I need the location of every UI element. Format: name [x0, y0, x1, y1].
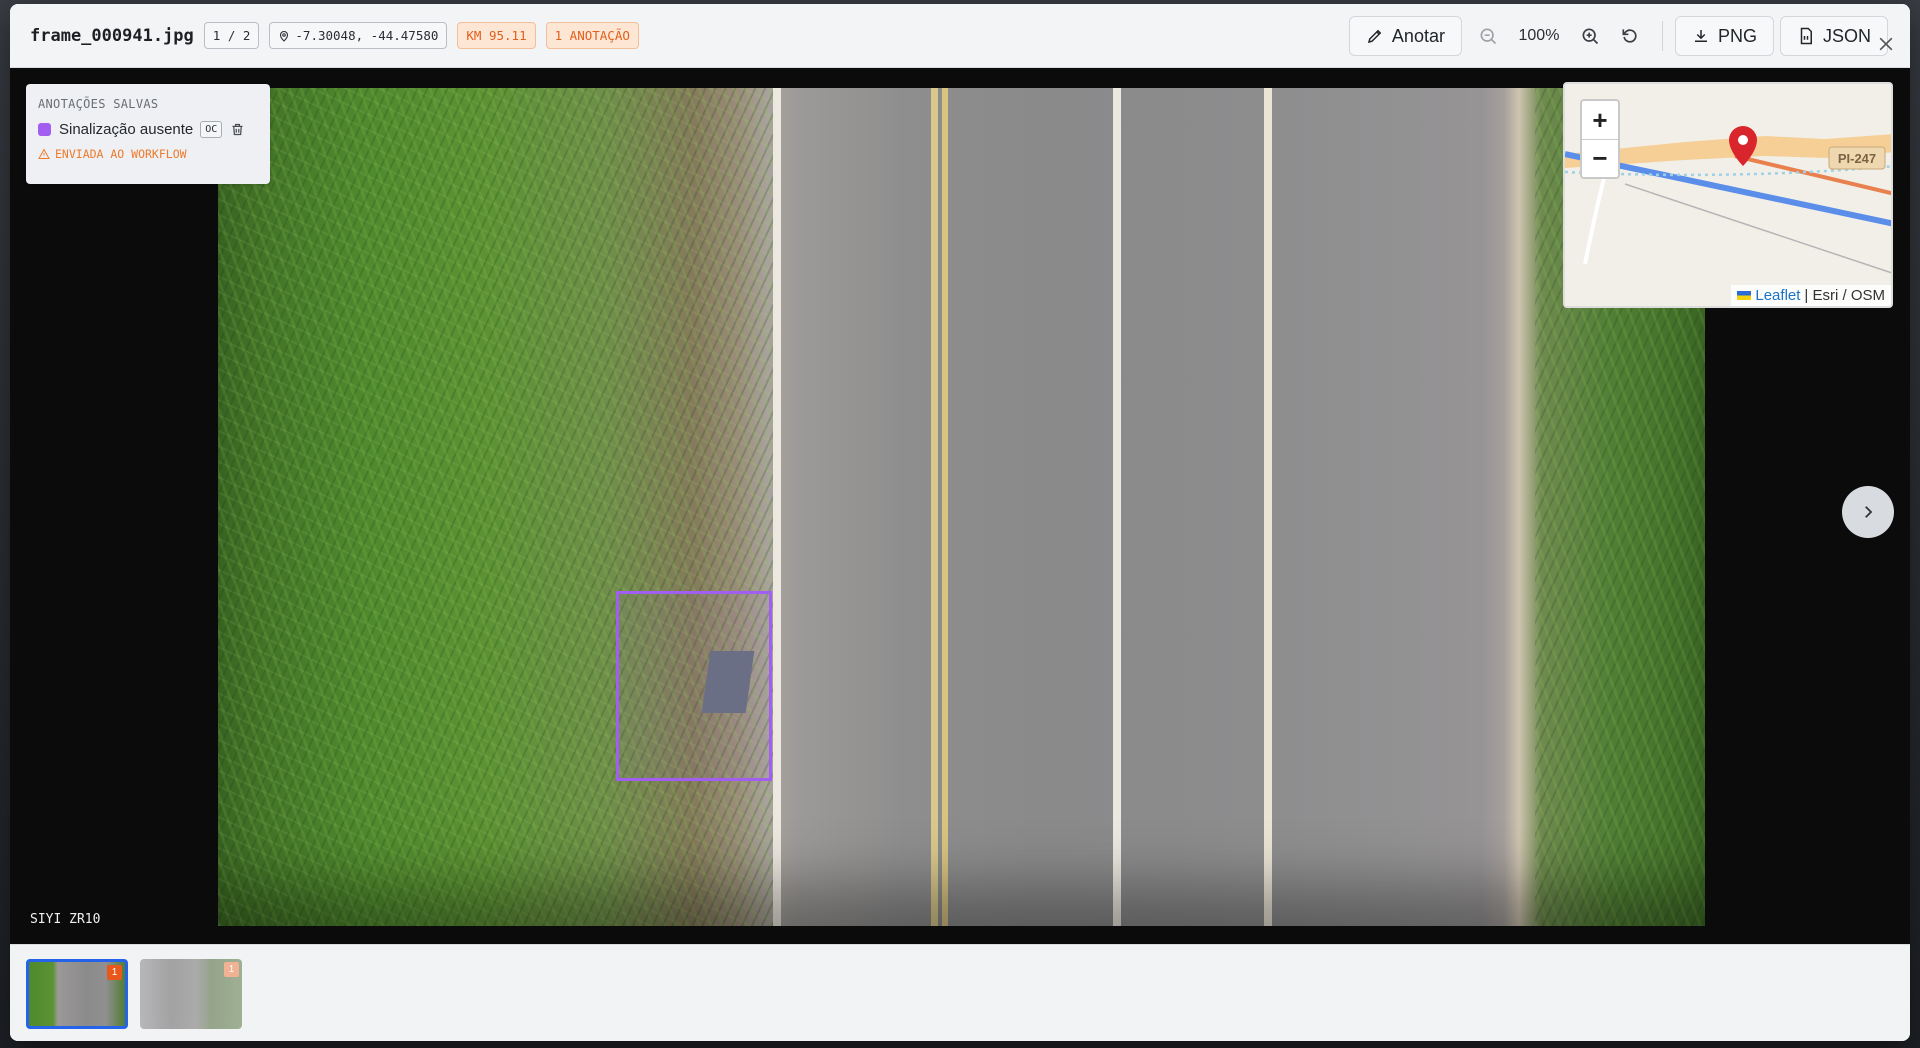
png-label: PNG: [1717, 25, 1757, 46]
zoom-out-button[interactable]: [1468, 16, 1508, 56]
map-zoom-out-button[interactable]: −: [1582, 139, 1618, 177]
road-shield-label: PI-247: [1838, 151, 1876, 166]
trash-icon[interactable]: [230, 122, 245, 137]
thumbnail-strip: 1 1: [10, 944, 1910, 1041]
zoom-out-icon: [1480, 28, 1497, 45]
saved-annotations-title: ANOTAÇÕES SALVAS: [38, 97, 159, 111]
header-toolbar: Anotar 100% PNG JSON: [1348, 16, 1888, 56]
km-chip: KM 95.11: [457, 22, 536, 49]
toolbar-divider: [1661, 21, 1663, 51]
map-marker-dot: [1738, 135, 1748, 145]
coordinates-text: -7.30048, -44.47580: [295, 28, 439, 43]
next-frame-button[interactable]: [1842, 486, 1894, 538]
reset-view-button[interactable]: [1610, 16, 1650, 56]
annotation-count-chip: 1 ANOTAÇÃO: [545, 22, 639, 49]
saved-annotations-panel: ANOTAÇÕES SALVAS Sinalização ausente OC …: [26, 84, 270, 184]
location-pin-icon: [280, 30, 289, 42]
map-zoom-controls: + −: [1580, 99, 1620, 179]
file-name: frame_000941.jpg: [30, 25, 194, 46]
saved-annotation-item[interactable]: Sinalização ausente OC: [38, 121, 258, 138]
annotation-code-badge: OC: [200, 121, 223, 138]
download-json-button[interactable]: JSON: [1779, 16, 1888, 56]
rotate-ccw-icon: [1622, 29, 1637, 43]
download-png-button[interactable]: PNG: [1674, 16, 1774, 56]
image-vignette: [218, 88, 1705, 926]
attribution-text: | Esri / OSM: [1804, 287, 1885, 304]
zoom-level: 100%: [1518, 27, 1560, 44]
chevron-right-icon: [1865, 506, 1873, 518]
workflow-status: ENVIADA AO WORKFLOW: [38, 147, 258, 161]
coordinates-chip: -7.30048, -44.47580: [269, 22, 448, 49]
map-zoom-in-button[interactable]: +: [1582, 101, 1618, 139]
zoom-in-button[interactable]: [1570, 16, 1610, 56]
annotate-button[interactable]: Anotar: [1348, 16, 1462, 56]
image-viewport[interactable]: ANOTAÇÕES SALVAS Sinalização ausente OC …: [10, 68, 1910, 944]
frame-counter: 1 / 2: [203, 22, 260, 49]
thumbnail-annotation-badge: 1: [107, 965, 122, 980]
viewer-header: frame_000941.jpg 1 / 2 -7.30048, -44.475…: [10, 4, 1910, 68]
annotate-label: Anotar: [1391, 25, 1445, 46]
camera-device-label: SIYI ZR10: [30, 912, 101, 927]
white-road: [1583, 173, 1607, 265]
download-icon: [1694, 30, 1707, 42]
close-icon[interactable]: [1876, 34, 1896, 54]
image-viewer-modal: frame_000941.jpg 1 / 2 -7.30048, -44.475…: [10, 4, 1910, 1041]
annotation-label: Sinalização ausente: [59, 121, 194, 138]
annotation-color-swatch: [38, 123, 51, 136]
location-minimap[interactable]: PI-247 + − Leaflet | Esri / OSM: [1563, 82, 1893, 308]
map-attribution: Leaflet | Esri / OSM: [1731, 285, 1891, 306]
workflow-status-text: ENVIADA AO WORKFLOW: [55, 147, 187, 161]
zoom-in-icon: [1582, 28, 1599, 45]
thumbnail-frame-1[interactable]: 1: [26, 959, 128, 1029]
thumbnail-frame-2[interactable]: 1: [140, 959, 242, 1029]
ukraine-flag-icon: [1737, 291, 1752, 300]
leaflet-link[interactable]: Leaflet: [1755, 287, 1800, 304]
thumbnail-annotation-badge: 1: [224, 962, 239, 977]
pencil-icon: [1367, 29, 1382, 44]
json-label: JSON: [1822, 25, 1871, 46]
warning-icon: [38, 148, 50, 159]
file-json-icon: [1800, 27, 1812, 45]
drone-frame-image: [218, 88, 1705, 926]
